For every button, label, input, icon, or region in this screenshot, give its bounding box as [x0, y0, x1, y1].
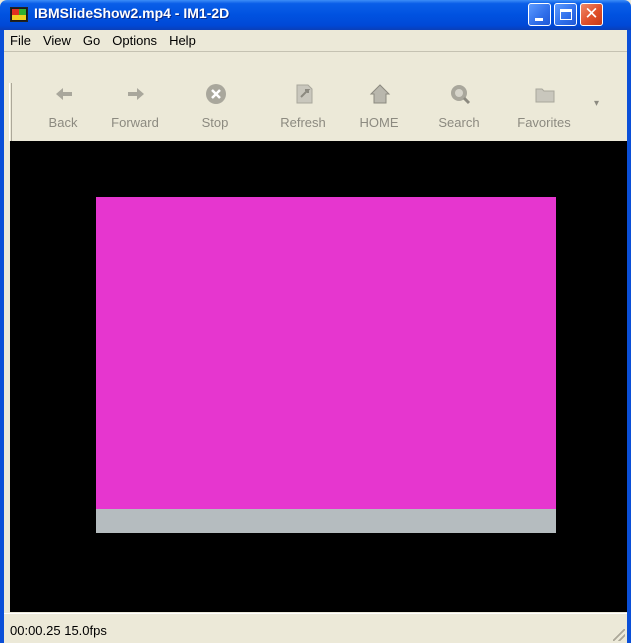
menu-view[interactable]: View: [37, 31, 77, 51]
app-icon: [10, 7, 28, 22]
refresh-icon: [296, 84, 313, 104]
menu-bar: File View Go Options Help: [4, 30, 627, 52]
favorites-label: Favorites: [517, 115, 571, 130]
home-button[interactable]: HOME: [344, 79, 414, 139]
video-display[interactable]: [10, 141, 627, 612]
search-label: Search: [438, 115, 480, 130]
back-button[interactable]: Back: [28, 79, 98, 139]
close-icon: ✕: [584, 4, 599, 24]
playback-status: 00:00.25 15.0fps: [10, 623, 107, 638]
stop-button[interactable]: Stop: [180, 79, 250, 139]
menu-options[interactable]: Options: [106, 31, 163, 51]
menu-help[interactable]: Help: [163, 31, 202, 51]
window-title: IBMSlideShow2.mp4 - IM1-2D: [34, 5, 230, 21]
media-player-window: IBMSlideShow2.mp4 - IM1-2D ✕ File View G…: [0, 0, 631, 643]
back-label: Back: [48, 115, 78, 130]
video-slide-frame: [96, 197, 556, 533]
close-button[interactable]: ✕: [580, 3, 603, 26]
forward-label: Forward: [111, 115, 159, 130]
menu-file[interactable]: File: [4, 31, 37, 51]
forward-button[interactable]: Forward: [100, 79, 170, 139]
minimize-icon: [535, 18, 543, 21]
minimize-button[interactable]: [528, 3, 551, 26]
video-slide-bottom-bar: [96, 509, 556, 533]
title-bar[interactable]: IBMSlideShow2.mp4 - IM1-2D ✕: [0, 0, 631, 30]
toolbar: Back Forward Stop Refresh HOME Search Fa…: [4, 53, 627, 141]
status-bar: 00:00.25 15.0fps: [4, 613, 627, 643]
stop-icon: [206, 84, 226, 104]
favorites-button[interactable]: Favorites: [509, 79, 579, 139]
stop-label: Stop: [201, 115, 229, 130]
toolbar-grip[interactable]: [9, 83, 12, 141]
toolbar-overflow-chevron-icon[interactable]: ▾: [594, 98, 599, 109]
window-frame-right: [627, 30, 631, 643]
menu-go[interactable]: Go: [77, 31, 106, 51]
home-icon: [369, 84, 391, 104]
search-icon: [451, 85, 471, 105]
maximize-icon: [560, 9, 572, 20]
refresh-button[interactable]: Refresh: [268, 79, 338, 139]
favorites-folder-icon: [535, 88, 555, 103]
forward-arrow-icon: [128, 88, 144, 100]
refresh-label: Refresh: [280, 115, 326, 130]
resize-grip-icon[interactable]: [613, 629, 625, 641]
back-arrow-icon: [56, 88, 72, 100]
home-label: HOME: [359, 115, 399, 130]
maximize-button[interactable]: [554, 3, 577, 26]
search-button[interactable]: Search: [424, 79, 494, 139]
